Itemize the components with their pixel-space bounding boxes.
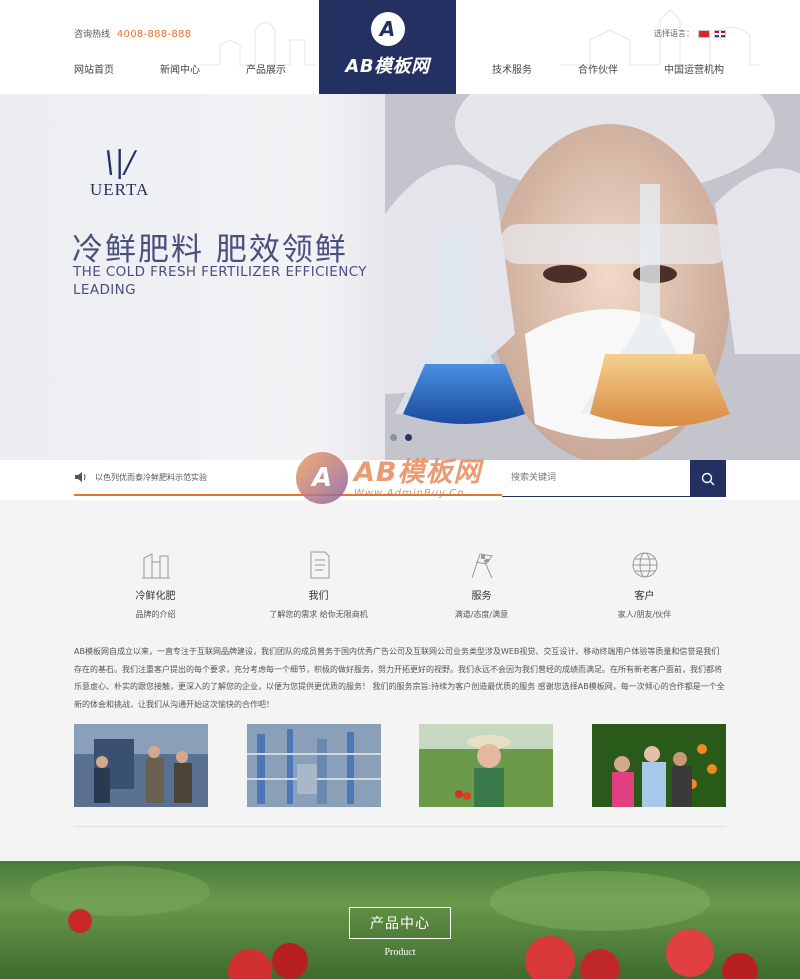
feature-subtitle: 品牌的介绍 <box>135 610 176 619</box>
hotline-label: 咨询热线 <box>74 30 111 40</box>
feature-title: 服务 <box>471 591 492 602</box>
slide-dot-2[interactable] <box>405 434 412 441</box>
photo-gallery <box>74 724 726 807</box>
logo-mark-icon: A <box>370 12 405 46</box>
scientist-image <box>385 94 800 460</box>
workers-photo[interactable] <box>74 724 208 807</box>
chinese-flag-icon[interactable] <box>698 29 710 38</box>
search-box <box>502 460 726 497</box>
about-text: AB模板网自成立以来，一直专注于互联网品牌建设，我们团队的成员曾务于国内优秀广告… <box>74 647 725 709</box>
feature-item[interactable]: 客户 家人/朋友/伙伴 <box>563 550 726 620</box>
product-section: 产品中心 Product <box>0 861 800 979</box>
nav-home[interactable]: 网站首页 <box>74 61 160 76</box>
feature-title: 我们 <box>308 591 329 602</box>
nav-china-operations[interactable]: 中国运营机构 <box>664 61 750 76</box>
speaker-icon <box>75 472 86 482</box>
buildings-icon <box>141 553 170 579</box>
hotline: 咨询热线 4008-888-888 <box>74 27 191 40</box>
nav-partners[interactable]: 合作伙伴 <box>578 61 664 76</box>
search-input[interactable] <box>502 460 690 496</box>
notice-text: 以色列优而泰冷鲜肥料示范实验 <box>95 472 207 482</box>
orchard-photo[interactable] <box>591 724 726 807</box>
product-center-subtitle: Product <box>384 947 416 958</box>
flags-icon <box>471 553 493 579</box>
language-label: 选择语言： <box>654 29 694 38</box>
document-icon <box>310 551 329 579</box>
feature-subtitle: 家人/朋友/伙伴 <box>617 610 672 619</box>
search-icon <box>701 472 715 485</box>
feature-subtitle: 了解您的需求 给你无限商机 <box>269 610 368 619</box>
english-flag-icon[interactable] <box>714 29 726 38</box>
feature-title: 客户 <box>634 591 655 602</box>
feature-item[interactable]: 我们 了解您的需求 给你无限商机 <box>237 550 400 620</box>
product-center-title[interactable]: 产品中心 <box>349 907 451 939</box>
main-nav-left: 网站首页 新闻中心 产品展示 <box>74 61 332 76</box>
farmer-photo[interactable] <box>419 724 554 807</box>
nav-tech-service[interactable]: 技术服务 <box>492 61 578 76</box>
feature-subtitle: 满道/态度/满意 <box>454 610 509 619</box>
main-nav-right: 技术服务 合作伙伴 中国运营机构 <box>492 61 750 76</box>
logo-text: AB模板网 <box>345 56 430 77</box>
feature-title: 冷鲜化肥 <box>135 591 176 602</box>
feature-item[interactable]: 服务 满道/态度/满意 <box>400 550 563 620</box>
brand-logo: \|/ UERTA <box>90 148 149 200</box>
brand-name: UERTA <box>90 180 150 199</box>
feature-item[interactable]: 冷鲜化肥 品牌的介绍 <box>74 550 237 620</box>
brand-mark-icon: \|/ <box>104 145 135 180</box>
site-logo[interactable]: A AB模板网 <box>319 0 456 94</box>
globe-icon <box>632 552 657 578</box>
banner-subtitle: THE COLD FRESH FERTILIZER EFFICIENCY LEA… <box>73 264 367 298</box>
watermark-url: Www.AdminBuy.Cn <box>354 487 465 499</box>
factory-photo[interactable] <box>246 724 381 807</box>
search-button[interactable] <box>690 460 726 497</box>
watermark-title: AB模板网 <box>354 456 482 488</box>
watermark: A AB模板网 Www.AdminBuy.Cn <box>296 452 481 504</box>
language-selector: 选择语言： <box>654 28 726 39</box>
hero-banner[interactable]: \|/ UERTA 冷鲜肥料 肥效领鲜 THE COLD FRESH FERTI… <box>0 94 800 460</box>
watermark-logo-icon: A <box>296 452 348 504</box>
feature-row: 冷鲜化肥 品牌的介绍 我们 了解您的需求 给你无限商机 服务 满道/态度/满意 … <box>74 550 726 620</box>
nav-news[interactable]: 新闻中心 <box>160 61 246 76</box>
slider-dots <box>390 434 412 441</box>
site-header: 咨询热线 4008-888-888 选择语言： 网站首页 新闻中心 产品展示 A… <box>0 0 800 94</box>
slide-dot-1[interactable] <box>390 434 397 441</box>
hotline-number: 4008-888-888 <box>116 29 192 40</box>
section-divider <box>74 826 726 827</box>
